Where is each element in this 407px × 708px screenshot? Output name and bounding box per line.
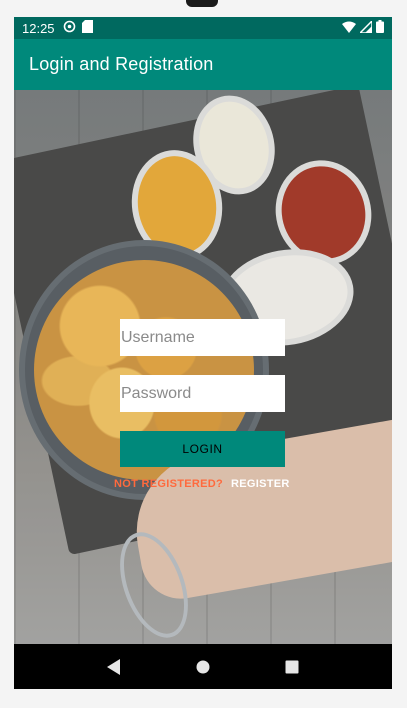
register-link[interactable]: REGISTER: [231, 478, 290, 490]
status-bar: 12:25: [14, 17, 392, 39]
app-title: Login and Registration: [29, 54, 214, 74]
not-registered-label: NOT REGISTERED?: [114, 478, 224, 490]
username-input[interactable]: [120, 319, 285, 356]
signal-icon: [358, 18, 373, 36]
home-icon[interactable]: [191, 655, 215, 679]
recents-icon[interactable]: [280, 655, 304, 679]
wifi-icon: [342, 21, 356, 36]
back-icon[interactable]: [102, 655, 126, 679]
sd-card-icon: [81, 20, 93, 36]
register-row: NOT REGISTERED? REGISTER: [114, 478, 314, 490]
password-input[interactable]: [120, 375, 285, 412]
login-form: LOGIN: [120, 319, 285, 467]
battery-icon: [376, 20, 384, 36]
status-right-icons: [342, 18, 384, 36]
app-bar: Login and Registration: [14, 39, 392, 90]
navigation-bar: [14, 644, 392, 689]
status-left-icons: [63, 20, 93, 36]
device-frame: 12:25 Login and Registration Username LO…: [0, 0, 407, 708]
phone-screen: 12:25 Login and Registration Username LO…: [14, 17, 392, 689]
camera-notch: [186, 0, 218, 7]
login-button[interactable]: LOGIN: [120, 431, 285, 467]
sync-icon: [63, 20, 76, 36]
status-time: 12:25: [22, 20, 55, 36]
